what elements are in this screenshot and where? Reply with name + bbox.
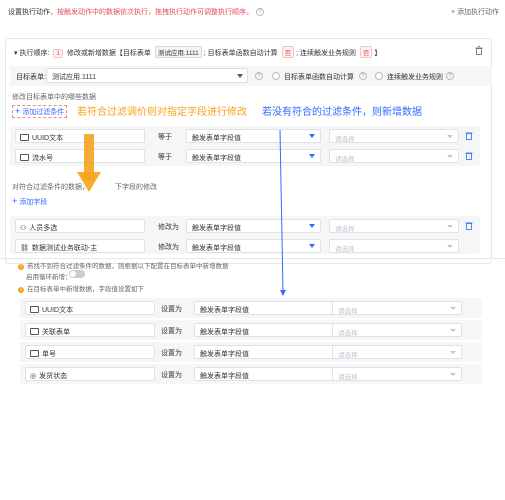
- annotation-arrows: [77, 129, 286, 296]
- page: 设置执行动作，按触发动作中的数据依次执行，拖拽执行动作可调整执行顺序。? + 添…: [0, 0, 505, 500]
- orange-down-arrow-icon: [77, 134, 101, 192]
- blue-down-arrow-icon: [279, 129, 286, 296]
